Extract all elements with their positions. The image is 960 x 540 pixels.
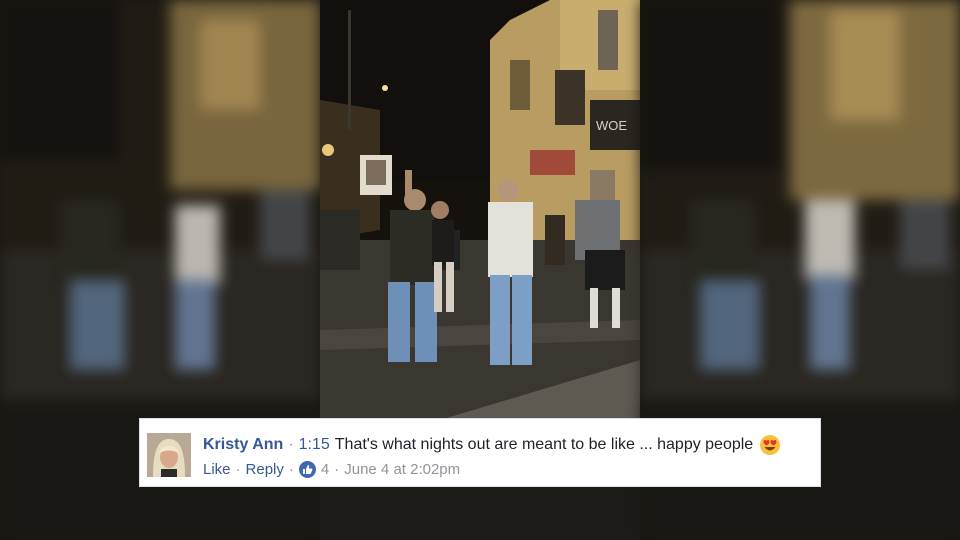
separator-dot: · [288,461,294,478]
heart-eyes-emoji-icon [759,434,781,456]
video-timestamp-link[interactable]: 1:15 [299,436,330,454]
separator-dot: · [288,436,294,453]
comment-date-link[interactable]: June 4 at 2:02pm [344,461,460,478]
separator-dot: · [235,461,241,478]
comment-author-link[interactable]: Kristy Ann [203,436,283,454]
comment-text: That's what nights out are meant to be l… [334,436,754,453]
comment-actions: Like · Reply · 4 · June 4 at 2:02pm [203,461,460,478]
separator-dot: · [334,461,340,478]
like-count[interactable]: 4 [321,461,329,478]
video-frame: WOE Kristy Ann · 1:15 That's what nights… [0,0,960,540]
comment-body: Kristy Ann · 1:15 That's what nights out… [203,434,781,456]
facebook-comment: Kristy Ann · 1:15 That's what nights out… [139,418,821,487]
like-link[interactable]: Like [203,461,231,478]
thumbs-up-icon[interactable] [298,461,316,478]
svg-text:WOE: WOE [596,118,627,133]
avatar[interactable] [147,433,191,477]
reply-link[interactable]: Reply [246,461,284,478]
